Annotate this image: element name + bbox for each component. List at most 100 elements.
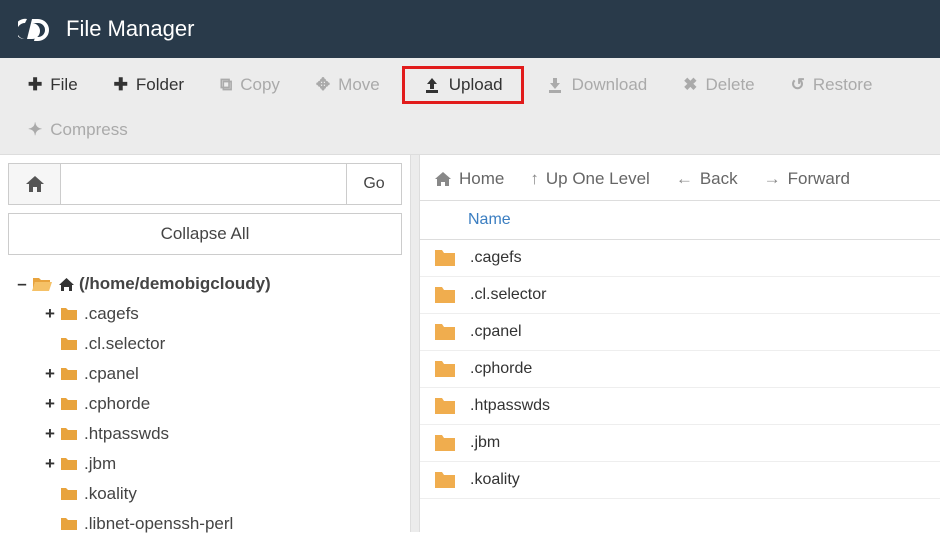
tree-item[interactable]: + .cagefs	[42, 299, 402, 329]
column-name-header: Name	[468, 211, 511, 228]
go-label: Go	[363, 175, 384, 193]
nav-bar: Home ↑ Up One Level ← Back → Forward	[420, 163, 940, 200]
table-row[interactable]: .koality	[420, 462, 940, 499]
go-button[interactable]: Go	[346, 164, 401, 204]
folder-label: Folder	[136, 75, 184, 95]
cpanel-logo-icon	[18, 15, 52, 43]
main-toolbar: ✚ File ✚ Folder ⧉ Copy ✥ Move Upload Dow…	[0, 58, 940, 155]
nav-back-label: Back	[700, 169, 738, 189]
folder-button[interactable]: ✚ Folder	[100, 67, 198, 103]
panel-divider[interactable]	[410, 155, 420, 532]
nav-up-label: Up One Level	[546, 169, 650, 189]
table-row[interactable]: .cl.selector	[420, 277, 940, 314]
delete-icon: ✖	[683, 75, 697, 95]
collapse-toggle-icon[interactable]: –	[14, 269, 30, 299]
tree-item-label: .cl.selector	[84, 329, 165, 359]
folder-icon	[60, 337, 78, 351]
plus-icon: ✚	[28, 75, 42, 95]
compress-label: Compress	[50, 120, 127, 140]
expand-toggle-icon[interactable]: +	[42, 419, 58, 449]
expand-toggle-icon	[42, 509, 58, 539]
copy-button[interactable]: ⧉ Copy	[206, 67, 294, 103]
folder-icon	[60, 487, 78, 501]
folder-icon	[434, 286, 456, 304]
path-bar: Go	[8, 163, 402, 205]
table-row[interactable]: .cpanel	[420, 314, 940, 351]
table-header[interactable]: Name	[420, 200, 940, 240]
tree-item-label: .libnet-openssh-perl	[84, 509, 233, 539]
home-icon	[434, 171, 452, 187]
plus-icon: ✚	[114, 75, 128, 95]
tree-item-label: .cphorde	[84, 389, 150, 419]
folder-icon	[60, 307, 78, 321]
path-input[interactable]	[61, 164, 346, 204]
folder-icon	[434, 471, 456, 489]
right-panel: Home ↑ Up One Level ← Back → Forward Nam…	[420, 155, 940, 532]
collapse-all-button[interactable]: Collapse All	[8, 213, 402, 255]
home-icon-button[interactable]	[9, 164, 61, 204]
tree-item-label: .koality	[84, 479, 137, 509]
main-area: Go Collapse All – (/home/demobigcloudy) …	[0, 155, 940, 532]
folder-open-icon	[32, 276, 52, 292]
folder-icon	[434, 434, 456, 452]
expand-toggle-icon[interactable]: +	[42, 389, 58, 419]
nav-back-button[interactable]: ← Back	[676, 169, 738, 189]
tree-item[interactable]: + .jbm	[42, 449, 402, 479]
tree-item[interactable]: .koality	[42, 479, 402, 509]
folder-icon	[434, 249, 456, 267]
file-name: .cagefs	[470, 249, 522, 267]
tree-item-label: .cagefs	[84, 299, 139, 329]
delete-label: Delete	[705, 75, 754, 95]
file-name: .cl.selector	[470, 286, 546, 304]
copy-icon: ⧉	[220, 75, 232, 95]
tree-item-label: .htpasswds	[84, 419, 169, 449]
upload-label: Upload	[449, 75, 503, 95]
app-header: File Manager	[0, 0, 940, 58]
table-row[interactable]: .cagefs	[420, 240, 940, 277]
nav-home-button[interactable]: Home	[434, 169, 504, 189]
tree-item[interactable]: + .htpasswds	[42, 419, 402, 449]
tree-item[interactable]: .libnet-openssh-perl	[42, 509, 402, 539]
expand-toggle-icon	[42, 479, 58, 509]
copy-label: Copy	[240, 75, 280, 95]
tree-item-label: .jbm	[84, 449, 116, 479]
tree-item[interactable]: + .cphorde	[42, 389, 402, 419]
app-title: File Manager	[66, 16, 194, 42]
arrow-left-icon: ←	[676, 169, 693, 189]
table-row[interactable]: .jbm	[420, 425, 940, 462]
upload-button[interactable]: Upload	[402, 66, 524, 104]
arrow-up-icon: ↑	[530, 169, 539, 189]
tree-root[interactable]: – (/home/demobigcloudy)	[14, 269, 402, 299]
tree-item[interactable]: + .cpanel	[42, 359, 402, 389]
tree-item[interactable]: .cl.selector	[42, 329, 402, 359]
folder-icon	[60, 367, 78, 381]
tree-item-label: .cpanel	[84, 359, 139, 389]
expand-toggle-icon[interactable]: +	[42, 449, 58, 479]
file-list: .cagefs .cl.selector .cpanel .cphorde .htpas…	[420, 240, 940, 499]
folder-tree: – (/home/demobigcloudy) + .cagefs .cl.sel…	[8, 269, 402, 539]
file-name: .htpasswds	[470, 397, 550, 415]
file-label: File	[50, 75, 77, 95]
restore-icon: ↺	[791, 75, 805, 95]
nav-home-label: Home	[459, 169, 504, 189]
arrow-right-icon: →	[764, 169, 781, 189]
nav-forward-button[interactable]: → Forward	[764, 169, 850, 189]
download-button[interactable]: Download	[532, 67, 662, 103]
upload-icon	[423, 76, 441, 94]
folder-icon	[434, 397, 456, 415]
restore-label: Restore	[813, 75, 873, 95]
delete-button[interactable]: ✖ Delete	[669, 67, 768, 103]
file-button[interactable]: ✚ File	[14, 67, 92, 103]
move-button[interactable]: ✥ Move	[302, 67, 394, 103]
table-row[interactable]: .htpasswds	[420, 388, 940, 425]
folder-icon	[60, 457, 78, 471]
file-name: .koality	[470, 471, 520, 489]
table-row[interactable]: .cphorde	[420, 351, 940, 388]
expand-toggle-icon[interactable]: +	[42, 359, 58, 389]
nav-up-button[interactable]: ↑ Up One Level	[530, 169, 649, 189]
move-icon: ✥	[316, 75, 330, 95]
expand-toggle-icon[interactable]: +	[42, 299, 58, 329]
file-name: .cpanel	[470, 323, 522, 341]
restore-button[interactable]: ↺ Restore	[777, 67, 887, 103]
compress-button[interactable]: ✦ Compress	[14, 112, 142, 148]
